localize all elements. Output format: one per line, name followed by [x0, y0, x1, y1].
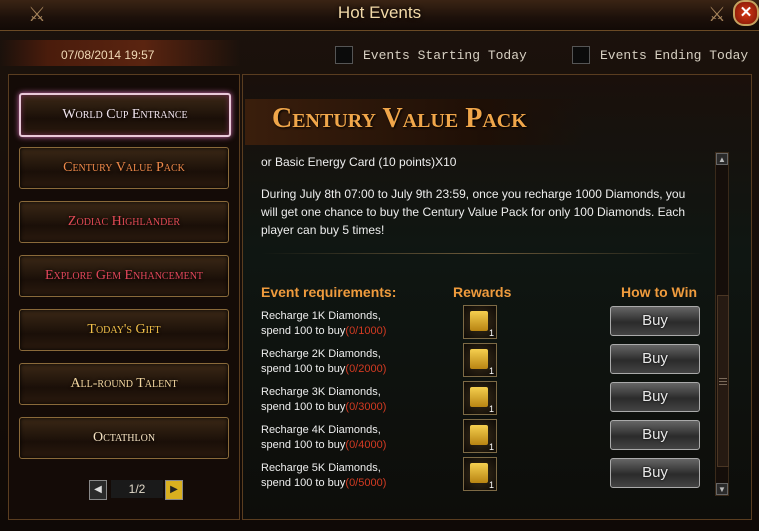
requirement-text: spend 100 to buy(0/4000): [261, 439, 387, 451]
hot-events-window: ⚔ Hot Events ⚔ ✕ 07/08/2014 19:57 Events…: [0, 0, 759, 531]
requirement-text: spend 100 to buy(0/2000): [261, 363, 387, 375]
page-indicator: 1/2: [111, 480, 163, 498]
gift-box-icon: [470, 463, 488, 483]
event-item-explore-gem-enhancement[interactable]: Explore Gem Enhancement: [19, 255, 229, 297]
buy-button[interactable]: Buy: [610, 344, 700, 374]
how-to-win-header: How to Win: [621, 284, 698, 300]
event-item-octathlon[interactable]: Octathlon: [19, 417, 229, 459]
progress-value: (0/1000): [345, 325, 387, 337]
event-list-pager: ◀ 1/2 ▶: [89, 480, 185, 500]
scroll-up-button[interactable]: ▲: [716, 153, 728, 165]
rewards-header: Rewards: [453, 284, 512, 300]
gift-box-icon: [470, 425, 488, 445]
events-starting-today-checkbox[interactable]: [335, 46, 353, 64]
event-title: Century Value Pack: [272, 103, 527, 134]
progress-value: (0/5000): [345, 477, 387, 489]
progress-value: (0/3000): [345, 401, 387, 413]
event-description-line-3: player can buy 5 times!: [261, 223, 385, 237]
previous-page-button[interactable]: ◀: [89, 480, 107, 500]
reward-count: 1: [488, 480, 494, 490]
reward-item[interactable]: 1: [463, 381, 497, 415]
progress-value: (0/4000): [345, 439, 387, 451]
requirement-text: Recharge 2K Diamonds,: [261, 348, 381, 360]
requirement-row-2: Recharge 2K Diamonds, spend 100 to buy(0…: [261, 347, 386, 377]
buy-button[interactable]: Buy: [610, 382, 700, 412]
requirement-row-3: Recharge 3K Diamonds, spend 100 to buy(0…: [261, 385, 386, 415]
events-starting-today-label: Events Starting Today: [363, 48, 527, 63]
progress-value: (0/2000): [345, 363, 387, 375]
reward-item[interactable]: 1: [463, 419, 497, 453]
requirement-text: Recharge 3K Diamonds,: [261, 386, 381, 398]
gift-box-icon: [470, 387, 488, 407]
requirement-row-4: Recharge 4K Diamonds, spend 100 to buy(0…: [261, 423, 386, 453]
reward-count: 1: [488, 404, 494, 414]
event-item-todays-gift[interactable]: Today's Gift: [19, 309, 229, 351]
crossed-swords-icon-right: ⚔: [708, 4, 726, 26]
title-bar: ⚔ Hot Events ⚔ ✕: [0, 0, 759, 31]
event-requirements-header: Event requirements:: [261, 284, 397, 300]
requirement-text: spend 100 to buy(0/5000): [261, 477, 387, 489]
requirement-text: spend 100 to buy(0/1000): [261, 325, 387, 337]
event-item-all-round-talent[interactable]: All-round Talent: [19, 363, 229, 405]
reward-text-partial: or Basic Energy Card (10 points)X10: [261, 155, 457, 169]
event-item-zodiac-highlander[interactable]: Zodiac Highlander: [19, 201, 229, 243]
requirement-text: Recharge 4K Diamonds,: [261, 424, 381, 436]
grip-line: [719, 381, 727, 382]
gift-box-icon: [470, 311, 488, 331]
requirement-text: Recharge 5K Diamonds,: [261, 462, 381, 474]
reward-count: 1: [488, 442, 494, 452]
close-button[interactable]: ✕: [733, 0, 759, 26]
event-description-line-2: will get one chance to buy the Century V…: [261, 205, 686, 219]
events-ending-today-label: Events Ending Today: [600, 48, 749, 63]
buy-button[interactable]: Buy: [610, 420, 700, 450]
event-description-line-1: During July 8th 07:00 to July 9th 23:59,…: [261, 187, 686, 201]
grip-line: [719, 378, 727, 379]
reward-count: 1: [488, 366, 494, 376]
requirement-row-5: Recharge 5K Diamonds, spend 100 to buy(0…: [261, 461, 386, 491]
gift-box-icon: [470, 349, 488, 369]
window-title: Hot Events: [337, 3, 422, 22]
reward-item[interactable]: 1: [463, 305, 497, 339]
buy-button[interactable]: Buy: [610, 458, 700, 488]
event-item-century-value-pack[interactable]: Century Value Pack: [19, 147, 229, 189]
event-list-panel: World Cup Entrance Century Value Pack Zo…: [8, 74, 240, 520]
requirement-text: Recharge 1K Diamonds,: [261, 310, 381, 322]
events-ending-today-checkbox[interactable]: [572, 46, 590, 64]
scrollbar[interactable]: ▲ ▼: [715, 152, 729, 496]
current-date: 07/08/2014 19:57: [61, 48, 155, 62]
scrollbar-thumb[interactable]: [717, 295, 729, 467]
event-item-world-cup-entrance[interactable]: World Cup Entrance: [19, 93, 231, 137]
next-page-button[interactable]: ▶: [165, 480, 183, 500]
section-divider: [261, 253, 704, 254]
reward-item[interactable]: 1: [463, 343, 497, 377]
requirement-row-1: Recharge 1K Diamonds, spend 100 to buy(0…: [261, 309, 386, 339]
scroll-down-button[interactable]: ▼: [716, 483, 728, 495]
grip-line: [719, 384, 727, 385]
reward-count: 1: [488, 328, 494, 338]
requirement-text: spend 100 to buy(0/3000): [261, 401, 387, 413]
reward-item[interactable]: 1: [463, 457, 497, 491]
buy-button[interactable]: Buy: [610, 306, 700, 336]
